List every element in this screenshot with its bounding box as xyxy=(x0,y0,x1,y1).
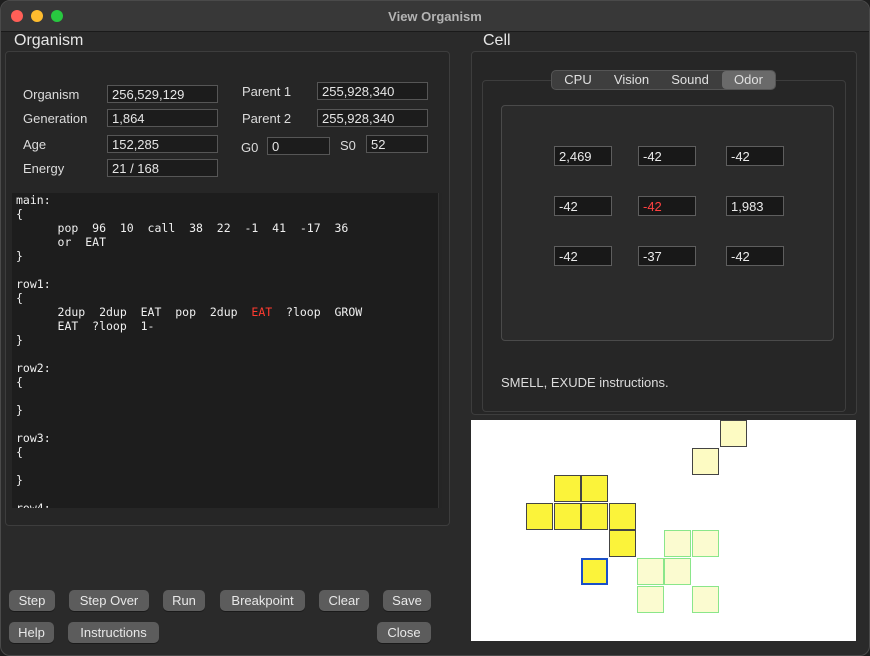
odor-note: SMELL, EXUDE instructions. xyxy=(501,375,669,390)
organism-cell xyxy=(609,503,636,530)
g0-label: G0 xyxy=(241,140,259,155)
generation-field[interactable]: 1,864 xyxy=(107,109,218,127)
age-field[interactable]: 152,285 xyxy=(107,135,218,153)
odor-cell[interactable]: -42 xyxy=(638,146,696,166)
odor-cell[interactable]: 2,469 xyxy=(554,146,612,166)
tab-sound[interactable]: Sound xyxy=(659,71,721,89)
age-label: Age xyxy=(23,137,47,152)
odor-cell[interactable]: 1,983 xyxy=(726,196,784,216)
s0-field[interactable]: 52 xyxy=(366,135,428,153)
parent1-field[interactable]: 255,928,340 xyxy=(317,82,428,100)
code-highlight-eat: EAT xyxy=(251,305,273,319)
tab-vision[interactable]: Vision xyxy=(604,71,659,89)
generation-label: Generation xyxy=(23,111,88,126)
tab-odor[interactable]: Odor xyxy=(722,71,775,89)
tab-cpu[interactable]: CPU xyxy=(552,71,604,89)
odor-cell[interactable]: -42 xyxy=(554,196,612,216)
food-cell xyxy=(692,586,719,613)
cell-tab-bar: CPU Vision Sound Odor xyxy=(551,70,776,90)
instructions-button[interactable]: Instructions xyxy=(68,622,159,643)
g0-field[interactable]: 0 xyxy=(267,137,330,155)
odor-cell[interactable]: -42 xyxy=(554,246,612,266)
food-cell xyxy=(664,558,691,585)
organism-cell xyxy=(692,448,719,475)
organism-cell xyxy=(554,475,581,502)
odor-grid-panel xyxy=(501,105,834,341)
food-cell xyxy=(692,530,719,557)
organism-label: Organism xyxy=(23,87,80,102)
parent2-field[interactable]: 255,928,340 xyxy=(317,109,428,127)
cell-section-title: Cell xyxy=(483,32,511,49)
food-cell xyxy=(637,558,664,585)
food-cell xyxy=(664,530,691,557)
code-editor[interactable]: main: { pop 96 10 call 38 22 -1 41 -17 3… xyxy=(12,193,442,508)
close-button[interactable]: Close xyxy=(377,622,431,643)
clear-button[interactable]: Clear xyxy=(319,590,369,611)
code-listing: main: { pop 96 10 call 38 22 -1 41 -17 3… xyxy=(16,193,362,508)
organism-cell xyxy=(526,503,553,530)
organism-cell xyxy=(720,420,747,447)
view-organism-window: View Organism Organism Organism 256,529,… xyxy=(0,0,870,656)
save-button[interactable]: Save xyxy=(383,590,431,611)
run-button[interactable]: Run xyxy=(163,590,205,611)
window-title: View Organism xyxy=(388,9,482,24)
organism-cell xyxy=(581,503,608,530)
code-rest-block: ?loop GROW EAT ?loop 1- } row2: { } row3… xyxy=(16,305,363,508)
energy-field[interactable]: 21 / 168 xyxy=(107,159,218,177)
step-over-button[interactable]: Step Over xyxy=(69,590,149,611)
odor-cell[interactable]: -37 xyxy=(638,246,696,266)
code-main-block: main: { pop 96 10 call 38 22 -1 41 -17 3… xyxy=(16,193,349,319)
breakpoint-button[interactable]: Breakpoint xyxy=(220,590,305,611)
selected-cell[interactable] xyxy=(581,558,608,585)
s0-label: S0 xyxy=(340,138,356,153)
odor-cell-center[interactable]: -42 xyxy=(638,196,696,216)
organism-cell xyxy=(554,503,581,530)
odor-cell[interactable]: -42 xyxy=(726,246,784,266)
food-cell xyxy=(637,586,664,613)
title-bar: View Organism xyxy=(1,1,869,32)
help-button[interactable]: Help xyxy=(9,622,54,643)
world-canvas[interactable] xyxy=(471,420,856,641)
odor-cell[interactable]: -42 xyxy=(726,146,784,166)
step-button[interactable]: Step xyxy=(9,590,55,611)
organism-field[interactable]: 256,529,129 xyxy=(107,85,218,103)
organism-section-title: Organism xyxy=(14,32,84,49)
organism-cell xyxy=(609,530,636,557)
parent1-label: Parent 1 xyxy=(242,84,292,99)
energy-label: Energy xyxy=(23,161,65,176)
organism-cell xyxy=(581,475,608,502)
parent2-label: Parent 2 xyxy=(242,111,292,126)
code-scrollbar[interactable] xyxy=(438,193,442,508)
